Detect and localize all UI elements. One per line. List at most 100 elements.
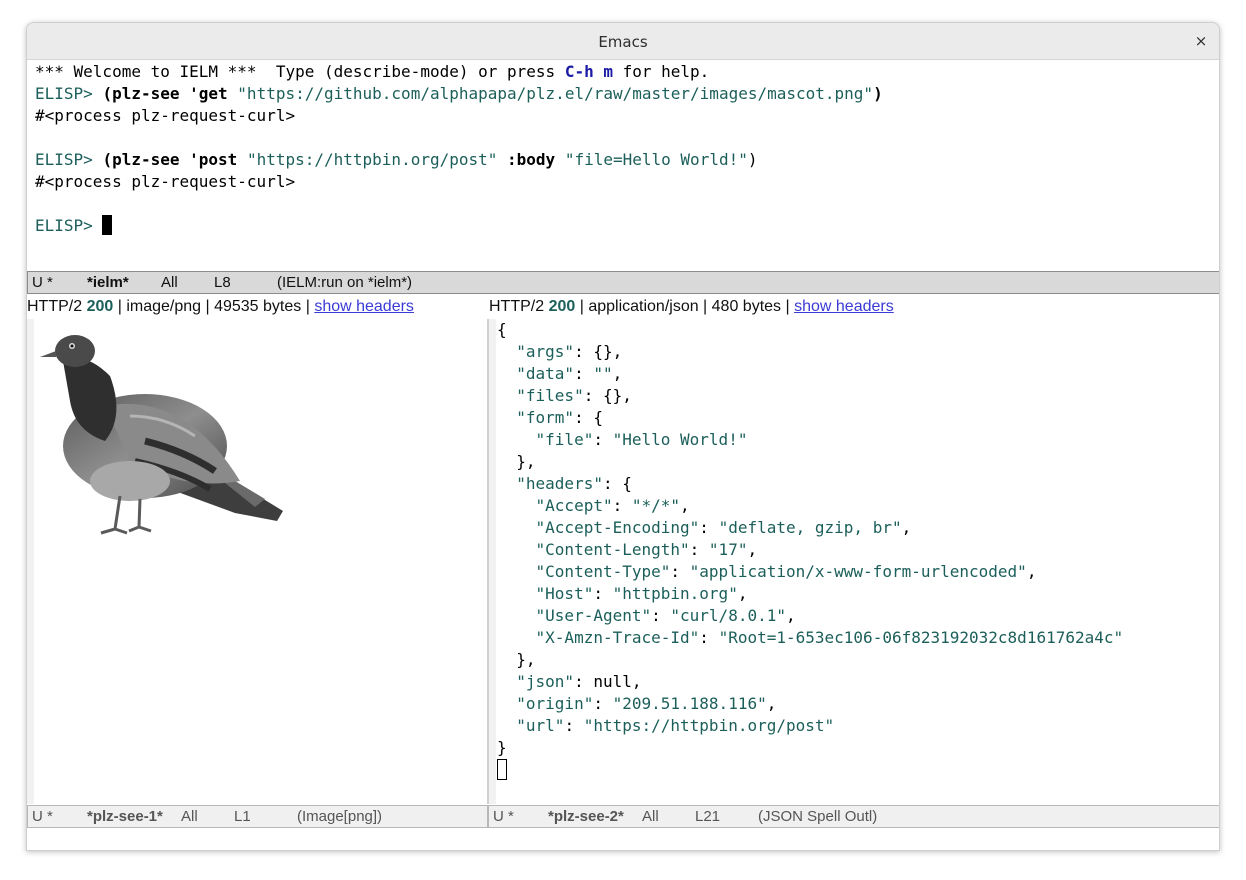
json-key: "Host" (535, 584, 594, 603)
json-key: "Content-Length" (535, 540, 690, 559)
response-info: | application/json | 480 bytes | (575, 298, 795, 315)
json-value: "209.51.188.116" (612, 694, 767, 713)
modeline-mode[interactable]: (Image[png]) (297, 806, 382, 827)
title-bar: Emacs × (27, 23, 1219, 60)
left-fringe (489, 319, 496, 804)
http-status: 200 (86, 298, 114, 315)
json-value: "Root=1-653ec106-06f823192032c8d161762a4… (718, 628, 1124, 647)
cmd1-url: "https://github.com/alphapapa/plz.el/raw… (237, 84, 874, 103)
http-status: 200 (548, 298, 576, 315)
modeline-mode[interactable]: (IELM:run on *ielm*) (277, 272, 412, 293)
welcome-text-end: for help. (612, 62, 710, 81)
json-value: "Hello World!" (612, 430, 748, 449)
modeline-mode[interactable]: (JSON Spell Outl) (758, 806, 877, 827)
cmd1-open: (plz-see 'get (102, 84, 238, 103)
json-close-headers: }, (497, 650, 536, 669)
json-header-row: "Accept": "*/*", (535, 496, 690, 515)
http-protocol: HTTP/2 (27, 298, 87, 315)
modeline-flags: U * (32, 274, 53, 291)
json-form-line: "form": { (516, 408, 603, 427)
cmd2-close: ) (747, 150, 758, 169)
json-key: "Content-Type" (535, 562, 671, 581)
json-key: "headers" (516, 474, 603, 493)
pigeon-image (40, 335, 283, 535)
json-key: "form" (516, 408, 575, 427)
json-value: "deflate, gzip, br" (718, 518, 902, 537)
image-pane[interactable] (27, 319, 487, 804)
json-value: "17" (708, 540, 748, 559)
json-json-line: "json": null, (516, 672, 642, 691)
text-cursor (102, 215, 113, 235)
json-open-brace: { (497, 320, 507, 339)
json-header-row: "Host": "httpbin.org", (535, 584, 748, 603)
modeline-buffer-name[interactable]: *ielm* (87, 272, 129, 293)
json-header-row: "Content-Length": "17", (535, 540, 758, 559)
http-protocol: HTTP/2 (489, 298, 549, 315)
json-header-row: "User-Agent": "curl/8.0.1", (535, 606, 796, 625)
json-close-form: }, (497, 452, 536, 471)
minibuffer[interactable] (27, 828, 1219, 850)
json-cursor-line (497, 759, 1123, 781)
json-key: "json" (516, 672, 575, 691)
modeline-buffer-name[interactable]: *plz-see-2* (548, 806, 624, 827)
json-key: "User-Agent" (535, 606, 652, 625)
command-line-1: ELISP> (plz-see 'get "https://github.com… (35, 83, 883, 105)
cmd2-body: "file=Hello World!" (564, 150, 748, 169)
right-header-line: HTTP/2 200 | application/json | 480 byte… (489, 295, 894, 319)
cmd2-open: (plz-see 'post (102, 150, 247, 169)
show-headers-link[interactable]: show headers (314, 298, 414, 315)
show-headers-link[interactable]: show headers (794, 298, 894, 315)
modeline-position: All (642, 808, 659, 825)
cmd2-url: "https://httpbin.org/post" (246, 150, 498, 169)
ielm-pane[interactable]: *** Welcome to IELM *** Type (describe-m… (27, 60, 1219, 270)
welcome-text: *** Welcome to IELM *** Type (describe-m… (35, 62, 565, 81)
left-fringe (27, 319, 34, 804)
elisp-prompt: ELISP> (35, 84, 103, 103)
json-key: "data" (516, 364, 575, 383)
json-key: "files" (516, 386, 584, 405)
json-header-row: "Content-Type": "application/x-www-form-… (535, 562, 1037, 581)
json-pane[interactable]: { "args": {}, "data": "", "files": {}, "… (489, 319, 1219, 804)
active-prompt-line[interactable]: ELISP> (35, 215, 883, 237)
modeline-position: All (181, 808, 198, 825)
modeline-flags: U * (493, 808, 514, 825)
modeline-flags: U * (32, 808, 53, 825)
json-key: "url" (516, 716, 565, 735)
modeline-plz-see-1[interactable]: U * *plz-see-1* All L1 (Image[png]) (27, 805, 488, 828)
json-value: "application/x-www-form-urlencoded" (689, 562, 1027, 581)
json-data-line: "data": "", (516, 364, 623, 383)
json-header-row: "X-Amzn-Trace-Id": "Root=1-653ec106-06f8… (535, 628, 1124, 647)
cmd2-keyword: :body (497, 150, 565, 169)
json-value: "httpbin.org" (612, 584, 738, 603)
json-value: "*/*" (631, 496, 681, 515)
json-key: "origin" (516, 694, 594, 713)
json-buffer-text[interactable]: { "args": {}, "data": "", "files": {}, "… (497, 319, 1123, 781)
modeline-line-number: L21 (695, 808, 721, 825)
help-key-binding[interactable]: C-h m (565, 62, 613, 81)
json-value: {}, (602, 386, 632, 405)
ielm-buffer-text[interactable]: *** Welcome to IELM *** Type (describe-m… (35, 61, 883, 237)
emacs-window: Emacs × *** Welcome to IELM *** Type (de… (26, 22, 1220, 851)
text-cursor (497, 759, 507, 780)
json-header-row: "Accept-Encoding": "deflate, gzip, br", (535, 518, 912, 537)
json-value: "https://httpbin.org/post" (583, 716, 835, 735)
json-value: "" (593, 364, 613, 383)
window-title: Emacs (598, 33, 648, 51)
json-url-line: "url": "https://httpbin.org/post" (516, 716, 835, 735)
json-headers-line: "headers": { (516, 474, 632, 493)
json-key: "X-Amzn-Trace-Id" (535, 628, 700, 647)
close-button[interactable]: × (1191, 31, 1211, 51)
elisp-prompt: ELISP> (35, 150, 103, 169)
json-key: "file" (535, 430, 594, 449)
modeline-plz-see-2[interactable]: U * *plz-see-2* All L21 (JSON Spell Outl… (488, 805, 1219, 828)
modeline-line-number: L8 (214, 274, 231, 291)
cmd1-close: ) (873, 84, 883, 103)
json-close-brace: } (497, 738, 507, 757)
modeline-buffer-name[interactable]: *plz-see-1* (87, 806, 163, 827)
modeline-ielm[interactable]: U * *ielm* All L8 (IELM:run on *ielm*) (27, 271, 1219, 294)
welcome-line: *** Welcome to IELM *** Type (describe-m… (35, 61, 883, 83)
json-origin-line: "origin": "209.51.188.116", (516, 694, 777, 713)
json-value: null (593, 672, 632, 691)
